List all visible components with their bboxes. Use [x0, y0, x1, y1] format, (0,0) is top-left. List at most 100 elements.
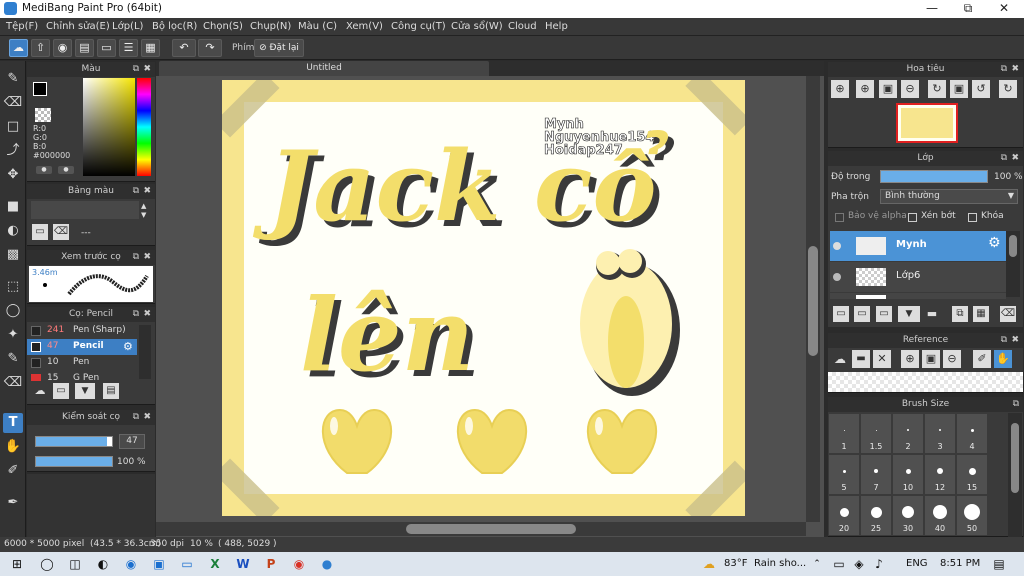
select-rect-icon[interactable]: ⬚ — [3, 277, 23, 297]
word-icon[interactable]: W — [234, 555, 252, 573]
brush-size-cell[interactable]: 3 — [925, 414, 955, 453]
canvas-tab[interactable]: Untitled — [159, 61, 489, 76]
menu-window[interactable]: Cửa sổ(W) — [451, 21, 503, 32]
layer-scroll-track[interactable] — [1006, 231, 1020, 297]
scroll-up-icon[interactable]: ▲ — [141, 202, 146, 210]
close-button[interactable]: ✕ — [986, 0, 1022, 18]
brush-size-slider[interactable] — [35, 436, 113, 447]
cloud-icon[interactable]: ☁ — [9, 39, 28, 57]
windows-start-icon[interactable]: ⊞ — [8, 555, 26, 573]
horizontal-scrollbar[interactable] — [406, 524, 576, 534]
eye-icon[interactable] — [833, 242, 841, 250]
eyedropper-icon[interactable]: ✐ — [3, 461, 23, 481]
popout-icon[interactable]: ⧉ — [133, 250, 139, 265]
hand-tool-icon[interactable]: ✋ — [3, 437, 23, 457]
color-swap-button[interactable]: ● — [58, 166, 74, 174]
zoom-out-icon[interactable]: ⊖ — [943, 350, 961, 368]
volume-icon[interactable]: ♪ — [870, 555, 888, 573]
brush-tool-icon[interactable]: ✎ — [3, 69, 23, 89]
layer-row-selected[interactable]: Mynh ⚙ — [830, 231, 1006, 261]
primary-color-swatch[interactable] — [33, 82, 47, 96]
menu-snap[interactable]: Chụp(N) — [250, 21, 291, 32]
menu-file[interactable]: Tệp(F) — [6, 21, 38, 32]
reset-view-icon[interactable]: ↻ — [999, 80, 1017, 98]
brush-size-cell[interactable]: 1 — [829, 414, 859, 453]
brush-size-cell[interactable]: 1.5 — [861, 414, 891, 453]
horizontal-scroll-track[interactable] — [156, 522, 806, 536]
rotate-icon[interactable]: ↻ — [928, 80, 946, 98]
popout-icon[interactable]: ⧉ — [1001, 333, 1007, 348]
language-indicator[interactable]: ENG — [906, 558, 928, 569]
layer-row[interactable]: Lớp6 — [830, 262, 1006, 292]
brush-size-cell[interactable]: 7 — [861, 455, 891, 494]
new-palette-icon[interactable]: ▭ — [32, 224, 48, 240]
new-brush-icon[interactable]: ▭ — [53, 383, 69, 399]
page-icon[interactable]: ▭ — [97, 39, 116, 57]
cloud-icon[interactable]: ☁ — [831, 350, 849, 368]
close-panel-icon[interactable]: ✖ — [143, 410, 151, 425]
menu-help[interactable]: Help — [545, 21, 568, 32]
close-panel-icon[interactable]: ✖ — [143, 250, 151, 265]
duplicate-icon[interactable]: ⧉ — [952, 306, 968, 322]
brush-size-cell[interactable]: 20 — [829, 496, 859, 535]
new-layer-alt-icon[interactable]: ▭ — [854, 306, 870, 322]
copy-layer-icon[interactable]: ▭ — [876, 306, 892, 322]
rotate-left-icon[interactable]: ↺ — [972, 80, 990, 98]
transparent-swatch[interactable] — [35, 108, 51, 122]
zoom-in-icon[interactable]: ⊕ — [856, 80, 874, 98]
medibang-taskbar-icon[interactable]: ● — [318, 555, 336, 573]
brush-item[interactable]: 15 G Pen — [27, 371, 137, 381]
menu-select[interactable]: Chọn(S) — [203, 21, 243, 32]
menu-view[interactable]: Xem(V) — [346, 21, 383, 32]
layer-row-partial[interactable] — [830, 293, 1006, 299]
clipping-checkbox[interactable] — [908, 213, 917, 222]
powerpoint-icon[interactable]: P — [262, 555, 280, 573]
brush-size-value[interactable]: 47 — [119, 434, 145, 449]
rectangle-select-icon[interactable]: □ — [3, 117, 23, 137]
message-icon[interactable]: ▤ — [75, 39, 94, 57]
reference-image-area[interactable] — [828, 372, 1023, 392]
artwork-canvas[interactable]: Mynh Nguyenhue154 Hoidap247 Jack cổ Jack… — [222, 80, 745, 516]
close-panel-icon[interactable]: ✖ — [1011, 62, 1019, 77]
vertical-scrollbar[interactable] — [808, 246, 818, 356]
popout-icon[interactable]: ⧉ — [133, 62, 139, 77]
delete-layer-icon[interactable]: ⌫ — [1000, 306, 1016, 322]
brush-size-cell[interactable]: 50 — [957, 496, 987, 535]
brush-size-cell[interactable]: 4 — [957, 414, 987, 453]
chevron-up-icon[interactable]: ⌃ — [808, 555, 826, 573]
select-eraser-icon[interactable]: ⌫ — [3, 373, 23, 393]
bucket-tool-icon[interactable]: ◐ — [3, 221, 23, 241]
clock[interactable]: 8:51 PM — [940, 558, 980, 569]
fit-icon[interactable]: ▣ — [922, 350, 940, 368]
brush-size-cell[interactable]: 5 — [829, 455, 859, 494]
search-icon[interactable]: ◯ — [38, 555, 56, 573]
palette-area[interactable] — [31, 201, 139, 219]
brush-list-scrollbar[interactable] — [139, 325, 151, 379]
menu-layer[interactable]: Lớp(L) — [112, 21, 143, 32]
close-panel-icon[interactable]: ✖ — [143, 62, 151, 77]
popout-icon[interactable]: ⧉ — [1001, 151, 1007, 166]
brush-item[interactable]: 241 Pen (Sharp) — [27, 323, 137, 339]
brush-size-cell[interactable]: 10 — [893, 455, 923, 494]
redo-button[interactable]: ↷ — [198, 39, 222, 57]
popout-icon[interactable]: ⧉ — [133, 307, 139, 322]
maximize-button[interactable]: ⧉ — [950, 0, 986, 18]
menu-color[interactable]: Màu (C) — [298, 21, 337, 32]
chrome-icon[interactable]: ◉ — [290, 555, 308, 573]
vertical-scroll-track[interactable] — [806, 76, 820, 522]
menu-tools[interactable]: Công cụ(T) — [391, 21, 446, 32]
hue-slider[interactable] — [137, 78, 151, 176]
popout-icon[interactable]: ⧉ — [1001, 62, 1007, 77]
popout-icon[interactable]: ⧉ — [133, 410, 139, 425]
brush-size-cell[interactable]: 2 — [893, 414, 923, 453]
popout-icon[interactable]: ⧉ — [1013, 397, 1019, 412]
eraser-tool-icon[interactable]: ⌫ — [3, 93, 23, 113]
protect-alpha-checkbox[interactable] — [835, 213, 844, 222]
merge-icon[interactable]: ▦ — [973, 306, 989, 322]
undo-button[interactable]: ↶ — [172, 39, 196, 57]
notification-icon[interactable]: ▤ — [990, 555, 1008, 573]
excel-icon[interactable]: X — [206, 555, 224, 573]
brush-size-cell[interactable]: 15 — [957, 455, 987, 494]
popout-icon[interactable]: ⧉ — [133, 184, 139, 199]
share-icon[interactable]: ⇧ — [31, 39, 50, 57]
